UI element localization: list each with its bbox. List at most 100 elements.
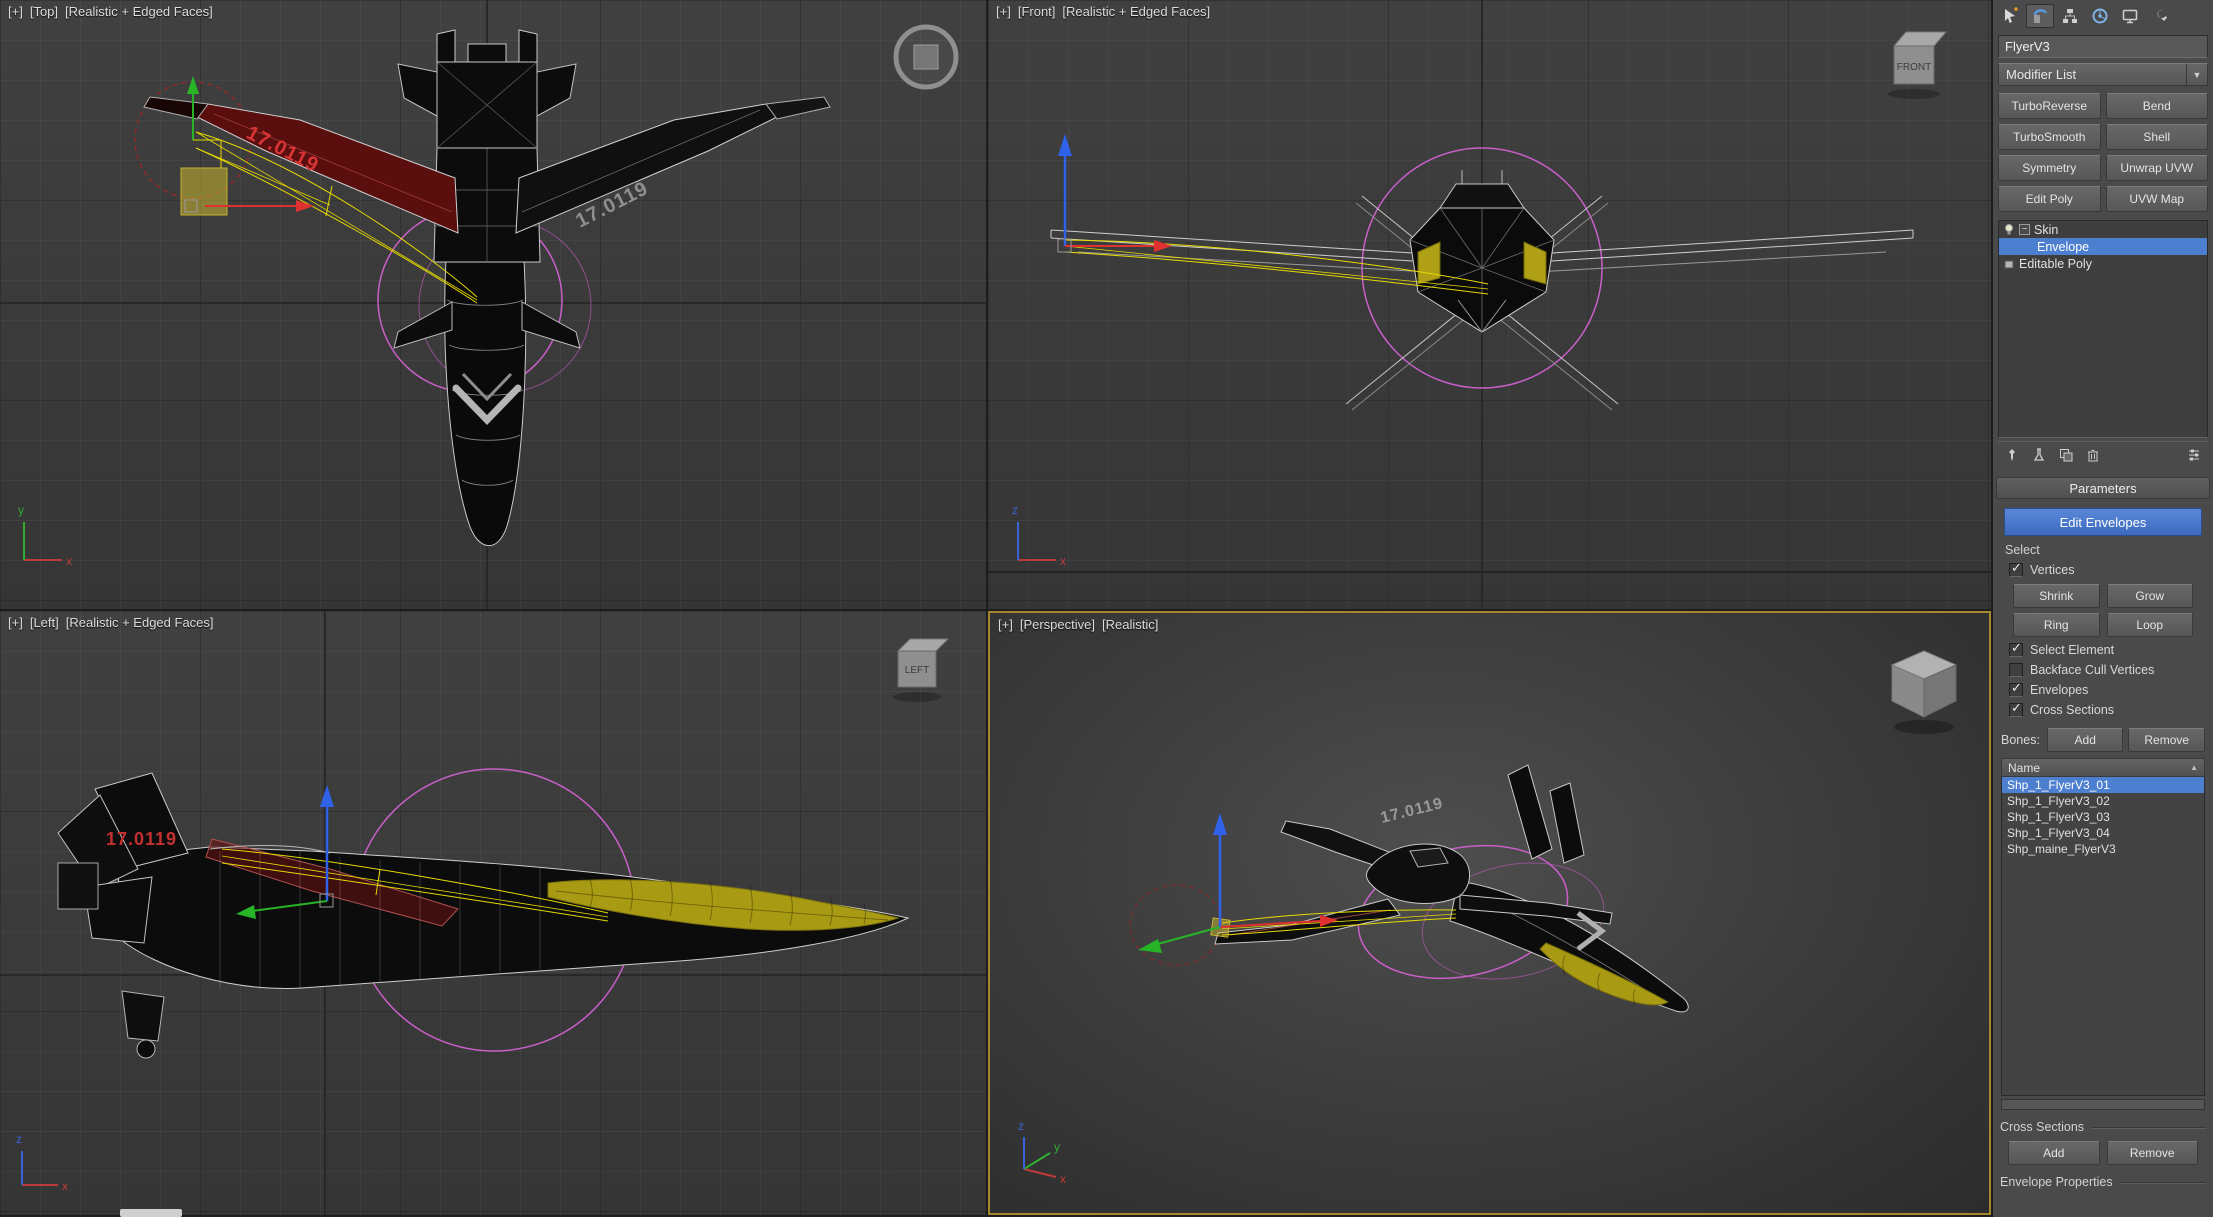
- viewport-menu-general[interactable]: [+]: [8, 615, 23, 630]
- tab-motion[interactable]: [2086, 4, 2114, 28]
- add-cross-section-button[interactable]: Add: [2008, 1141, 2100, 1165]
- gizmo-z-arrow[interactable]: [1058, 134, 1072, 156]
- name-column-header[interactable]: Name: [2008, 761, 2040, 775]
- modifier-button-edit-poly[interactable]: Edit Poly: [1998, 186, 2101, 212]
- grow-button[interactable]: Grow: [2106, 584, 2193, 608]
- cross-sections-checkbox[interactable]: ✓: [2009, 700, 2023, 717]
- viewport-front-canvas[interactable]: x z FRONT: [988, 0, 1991, 609]
- bone-list-header[interactable]: Name ▲: [2001, 758, 2205, 777]
- viewport-front[interactable]: [+] [Front] [Realistic + Edged Faces] x …: [988, 0, 1991, 609]
- viewcube[interactable]: [893, 24, 959, 90]
- world-axis-tripod: x y z: [1018, 1119, 1066, 1186]
- viewport-label: [+] [Perspective] [Realistic]: [998, 617, 1158, 632]
- viewport-menu-shading[interactable]: [Realistic + Edged Faces]: [1062, 4, 1210, 19]
- envelopes-checkbox[interactable]: ✓: [2009, 680, 2023, 697]
- shrink-button[interactable]: Shrink: [2013, 584, 2100, 608]
- viewcube[interactable]: LEFT: [893, 638, 950, 702]
- modifier-button-shell[interactable]: Shell: [2105, 124, 2208, 150]
- viewcube[interactable]: [1890, 650, 1958, 734]
- expand-toggle-icon[interactable]: −: [2019, 224, 2030, 235]
- modifier-button-uvw-map[interactable]: UVW Map: [2105, 186, 2208, 212]
- object-name-field[interactable]: [1998, 35, 2208, 58]
- viewport-horizontal-splitter[interactable]: [0, 609, 1991, 611]
- add-bone-button[interactable]: Add: [2046, 728, 2124, 752]
- loop-button[interactable]: Loop: [2106, 613, 2193, 637]
- viewcube-face-label[interactable]: FRONT: [1897, 62, 1931, 73]
- tab-modify[interactable]: [2026, 4, 2054, 28]
- viewport-menu-pov[interactable]: [Top]: [30, 4, 58, 19]
- vertices-checkbox[interactable]: ✓: [2009, 560, 2023, 577]
- viewport-menu-pov[interactable]: [Front]: [1018, 4, 1056, 19]
- viewport-perspective-active[interactable]: [+] [Perspective] [Realistic] 17.0119 x …: [988, 611, 1991, 1215]
- tab-create[interactable]: [1996, 4, 2024, 28]
- command-panel-tabs: [1993, 0, 2213, 30]
- flyerv3-model-perspective[interactable]: 17.0119: [1214, 764, 1689, 1013]
- flyerv3-model-left[interactable]: 17.0119: [57, 772, 910, 1059]
- tab-display[interactable]: [2116, 4, 2144, 28]
- envelope-cross-section-handle[interactable]: [180, 167, 228, 216]
- stack-item-editable-poly[interactable]: Editable Poly: [1999, 255, 2207, 272]
- viewport-menu-pov[interactable]: [Perspective]: [1020, 617, 1095, 632]
- chevron-down-icon[interactable]: ▼: [2186, 63, 2208, 86]
- viewport-menu-general[interactable]: [+]: [996, 4, 1011, 19]
- sort-ascending-icon[interactable]: ▲: [2190, 763, 2198, 772]
- bone-list-item[interactable]: Shp_1_FlyerV3_03: [2002, 809, 2204, 825]
- tab-hierarchy[interactable]: [2056, 4, 2084, 28]
- gizmo-y-arrow[interactable]: [1138, 939, 1162, 953]
- modifier-list-dropdown[interactable]: Modifier List ▼: [1998, 63, 2208, 86]
- modifier-button-turbosmooth[interactable]: TurboSmooth: [1998, 124, 2101, 150]
- rotate-gizmo-circle[interactable]: [1129, 884, 1223, 966]
- flyerv3-model-top[interactable]: 17.0119 17.0119: [143, 29, 831, 547]
- viewport-menu-shading[interactable]: [Realistic + Edged Faces]: [66, 615, 214, 630]
- modifier-stack-toolbar: [1998, 441, 2208, 468]
- bone-list-item[interactable]: Shp_1_FlyerV3_04: [2002, 825, 2204, 841]
- make-unique-icon[interactable]: [2057, 446, 2075, 464]
- viewport-menu-pov[interactable]: [Left]: [30, 615, 59, 630]
- bone-list-scrollbar[interactable]: [2001, 1099, 2205, 1110]
- max-window: [+] [Top] [Realistic + Edged Faces] 17.0…: [0, 0, 2213, 1217]
- modifier-button-unwrap-uvw[interactable]: Unwrap UVW: [2105, 155, 2208, 181]
- viewport-left-canvas[interactable]: 17.0119 x z LEFT: [0, 611, 986, 1215]
- viewcube[interactable]: FRONT: [1888, 31, 1948, 99]
- viewport-menu-shading[interactable]: [Realistic]: [1102, 617, 1158, 632]
- lightbulb-icon[interactable]: [2003, 223, 2015, 237]
- time-slider-fragment[interactable]: [120, 1209, 182, 1217]
- remove-modifier-icon[interactable]: [2084, 446, 2102, 464]
- remove-bone-button[interactable]: Remove: [2128, 728, 2206, 752]
- bone-list-item[interactable]: Shp_1_FlyerV3_01: [2002, 777, 2204, 793]
- viewcube-face-label[interactable]: LEFT: [905, 665, 929, 676]
- gizmo-z-arrow[interactable]: [320, 785, 334, 807]
- backface-cull-checkbox-row: Backface Cull Vertices: [2009, 663, 2197, 677]
- gizmo-x-arrow[interactable]: [1154, 240, 1172, 252]
- select-element-checkbox[interactable]: ✓: [2009, 640, 2023, 657]
- backface-cull-checkbox[interactable]: [2009, 663, 2023, 677]
- bone-list-item[interactable]: Shp_1_FlyerV3_02: [2002, 793, 2204, 809]
- tab-utilities[interactable]: [2146, 4, 2174, 28]
- viewport-menu-shading[interactable]: [Realistic + Edged Faces]: [65, 4, 213, 19]
- viewport-top[interactable]: [+] [Top] [Realistic + Edged Faces] 17.0…: [0, 0, 986, 609]
- show-end-result-icon[interactable]: [2030, 446, 2048, 464]
- select-element-checkbox-row: ✓ Select Element: [2009, 640, 2197, 657]
- viewport-label: [+] [Left] [Realistic + Edged Faces]: [8, 615, 214, 630]
- viewport-vertical-splitter[interactable]: [986, 0, 988, 1215]
- stack-item-skin[interactable]: − Skin: [1999, 221, 2207, 238]
- modifier-button-bend[interactable]: Bend: [2105, 93, 2208, 119]
- configure-modifier-sets-icon[interactable]: [2185, 446, 2203, 464]
- viewport-menu-general[interactable]: [+]: [998, 617, 1013, 632]
- viewport-menu-general[interactable]: [+]: [8, 4, 23, 19]
- viewport-perspective-canvas[interactable]: 17.0119 x y z: [990, 613, 1989, 1213]
- ring-button[interactable]: Ring: [2013, 613, 2100, 637]
- modifier-button-turboreverse[interactable]: TurboReverse: [1998, 93, 2101, 119]
- gizmo-z-arrow[interactable]: [1213, 813, 1227, 835]
- stack-item-envelope-selected[interactable]: Envelope: [1999, 238, 2207, 255]
- gizmo-y-arrow[interactable]: [187, 76, 199, 94]
- pin-stack-icon[interactable]: [2003, 446, 2021, 464]
- rollout-parameters[interactable]: Parameters: [1996, 477, 2210, 499]
- envelopes-label: Envelopes: [2030, 683, 2089, 697]
- viewport-left[interactable]: [+] [Left] [Realistic + Edged Faces] 17.…: [0, 611, 986, 1215]
- modifier-button-symmetry[interactable]: Symmetry: [1998, 155, 2101, 181]
- bone-list-item[interactable]: Shp_maine_FlyerV3: [2002, 841, 2204, 857]
- edit-envelopes-button[interactable]: Edit Envelopes: [2004, 508, 2202, 536]
- viewport-top-canvas[interactable]: 17.0119 17.0119 x y: [0, 0, 986, 609]
- remove-cross-section-button[interactable]: Remove: [2106, 1141, 2198, 1165]
